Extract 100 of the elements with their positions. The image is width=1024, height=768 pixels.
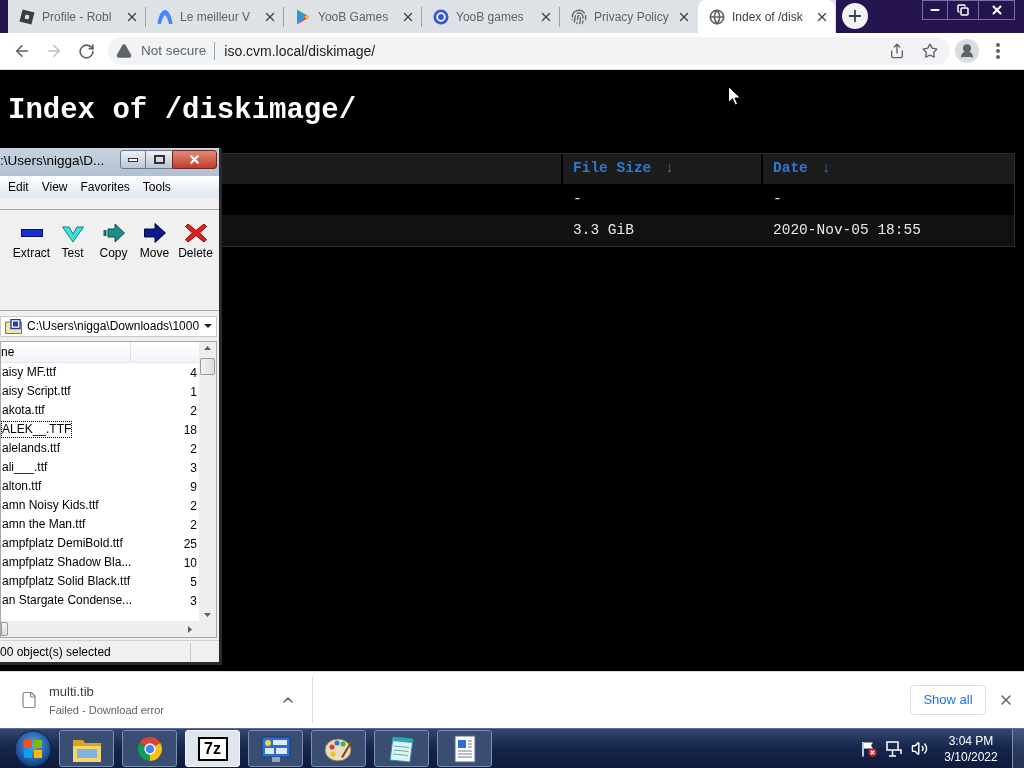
file-name[interactable]: alton.ttf bbox=[1, 478, 43, 495]
show-all-button[interactable]: Show all bbox=[910, 685, 986, 715]
dropdown-arrow-icon[interactable] bbox=[204, 324, 212, 328]
file-size: 2 bbox=[190, 402, 197, 420]
start-button[interactable] bbox=[13, 729, 53, 768]
chrome-logo-icon bbox=[136, 735, 163, 762]
speaker-icon[interactable] bbox=[911, 740, 928, 757]
taskbar-app-button[interactable]: 7z bbox=[185, 730, 240, 767]
new-tab-button[interactable] bbox=[842, 3, 868, 29]
scroll-down-arrow-icon[interactable] bbox=[204, 613, 211, 617]
path-combo-box[interactable]: C:\Users\nigga\Downloads\1000 bbox=[0, 315, 217, 337]
tab-title: Privacy Policy bbox=[594, 8, 670, 26]
bookmark-star-icon[interactable] bbox=[922, 43, 938, 59]
file-name[interactable]: ampfplatz Shadow Bla... bbox=[1, 554, 133, 571]
scrollbar-thumb[interactable] bbox=[1, 622, 8, 636]
minimize-window-button[interactable] bbox=[922, 0, 948, 20]
right-arrow-icon bbox=[143, 223, 166, 243]
profile-avatar-button[interactable] bbox=[955, 39, 979, 63]
sort-arrow-link[interactable]: ↓ bbox=[821, 158, 831, 180]
file-size: 25 bbox=[183, 535, 197, 553]
restore-window-button[interactable] bbox=[948, 0, 978, 20]
toolbar-button[interactable]: Move bbox=[134, 223, 175, 272]
file-size: 4 bbox=[190, 364, 197, 382]
security-indicator-button[interactable]: Not secure bbox=[116, 40, 207, 62]
file-size: 10 bbox=[183, 554, 197, 572]
archiver-logo: 7z bbox=[197, 736, 228, 761]
column-header-link[interactable]: File Size bbox=[573, 158, 652, 180]
show-desktop-button[interactable] bbox=[1012, 729, 1024, 768]
arch-logo-icon bbox=[157, 8, 173, 25]
archive-file-icon bbox=[5, 318, 22, 334]
close-icon bbox=[188, 153, 201, 166]
minimize-button[interactable] bbox=[120, 150, 146, 169]
close-button[interactable] bbox=[172, 150, 217, 169]
restore-icon bbox=[957, 4, 969, 16]
file-name[interactable]: aisy Script.ttf bbox=[1, 383, 72, 400]
file-name[interactable]: ampfplatz Solid Black.ttf bbox=[1, 573, 132, 590]
table-cell-text: 3.3 GiB bbox=[573, 220, 634, 240]
flag-error-icon[interactable] bbox=[861, 740, 877, 757]
tab-title: YooB games bbox=[456, 8, 525, 26]
menu-item[interactable]: Tools bbox=[138, 178, 175, 196]
sort-arrow-link[interactable]: ↓ bbox=[665, 158, 675, 180]
table-cell-text: - bbox=[573, 189, 582, 209]
url-text[interactable]: iso.cvm.local/diskimage/ bbox=[224, 40, 376, 62]
taskbar-app-button[interactable] bbox=[374, 730, 429, 767]
toolbar-button[interactable]: Delete bbox=[175, 223, 216, 272]
globe-icon bbox=[709, 8, 725, 25]
warning-icon bbox=[116, 43, 132, 59]
chevron-down-icon bbox=[61, 223, 84, 243]
maximize-button[interactable] bbox=[146, 150, 172, 169]
taskbar-app-button[interactable] bbox=[311, 730, 366, 767]
forward-arrow-icon bbox=[45, 42, 63, 60]
network-icon[interactable] bbox=[886, 740, 902, 757]
toolbar-button[interactable]: Copy bbox=[93, 223, 134, 272]
reload-icon bbox=[77, 42, 95, 60]
scrollbar-thumb[interactable] bbox=[200, 358, 215, 375]
column-header[interactable]: ne bbox=[1, 342, 131, 362]
status-text: 00 object(s) selected bbox=[0, 643, 111, 661]
close-window-button[interactable] bbox=[978, 0, 1015, 20]
file-name[interactable]: aisy MF.ttf bbox=[1, 364, 57, 381]
file-name[interactable]: amn Noisy Kids.ttf bbox=[1, 497, 100, 514]
file-name[interactable]: ampfplatz DemiBold.ttf bbox=[1, 535, 124, 552]
person-icon bbox=[959, 43, 975, 59]
copy-arrow-icon bbox=[102, 223, 125, 243]
toolbar-button[interactable]: Test bbox=[52, 223, 93, 272]
mouse-pointer-icon bbox=[728, 86, 741, 106]
scroll-right-arrow-icon[interactable] bbox=[188, 625, 192, 633]
close-icon[interactable] bbox=[998, 692, 1014, 708]
share-icon[interactable] bbox=[889, 43, 905, 59]
scroll-up-arrow-icon[interactable] bbox=[204, 346, 211, 350]
table-cell-text: 2020-Nov-05 18:55 bbox=[773, 220, 921, 240]
close-icon bbox=[989, 3, 1004, 17]
file-size: 1 bbox=[190, 383, 197, 401]
file-name[interactable]: amn the Man.ttf bbox=[1, 516, 87, 533]
file-name[interactable]: alelands.ttf bbox=[1, 440, 62, 457]
file-size: 18 bbox=[183, 421, 197, 439]
column-header-link[interactable]: Date bbox=[773, 158, 808, 180]
file-name[interactable]: ali___.ttf bbox=[1, 459, 49, 476]
plus-icon bbox=[846, 7, 864, 25]
window-title: :\Users\nigga\D... bbox=[0, 152, 105, 169]
file-name[interactable]: ALEK__.TTF bbox=[1, 421, 73, 438]
clock-button[interactable]: 3:04 PM 3/10/2022 bbox=[945, 732, 997, 765]
taskbar-app-button[interactable] bbox=[437, 730, 492, 767]
toolbar-button[interactable]: Extract bbox=[11, 223, 52, 272]
maximize-icon bbox=[153, 155, 165, 164]
menu-item[interactable]: View bbox=[37, 178, 72, 196]
table-cell-text: - bbox=[773, 189, 782, 209]
taskbar-app-button[interactable] bbox=[59, 730, 114, 767]
file-name[interactable]: akota.ttf bbox=[1, 402, 46, 419]
file-name[interactable]: an Stargate Condense... bbox=[1, 592, 134, 609]
browser-tab[interactable]: Index of /disk bbox=[698, 0, 835, 33]
omnibox[interactable]: Not secure iso.cvm.local/diskimage/ bbox=[108, 37, 950, 65]
download-file-name[interactable]: multi.tib bbox=[49, 683, 164, 700]
menu-item[interactable]: Edit bbox=[4, 178, 33, 196]
file-size: 5 bbox=[190, 573, 197, 591]
menu-item[interactable]: Favorites bbox=[76, 178, 134, 196]
tab-title: Profile - Robl bbox=[42, 8, 113, 26]
file-icon bbox=[20, 691, 38, 709]
taskbar-app-button[interactable] bbox=[122, 730, 177, 767]
taskbar-app-button[interactable] bbox=[248, 730, 303, 767]
tab-title: Index of /disk bbox=[732, 8, 804, 26]
